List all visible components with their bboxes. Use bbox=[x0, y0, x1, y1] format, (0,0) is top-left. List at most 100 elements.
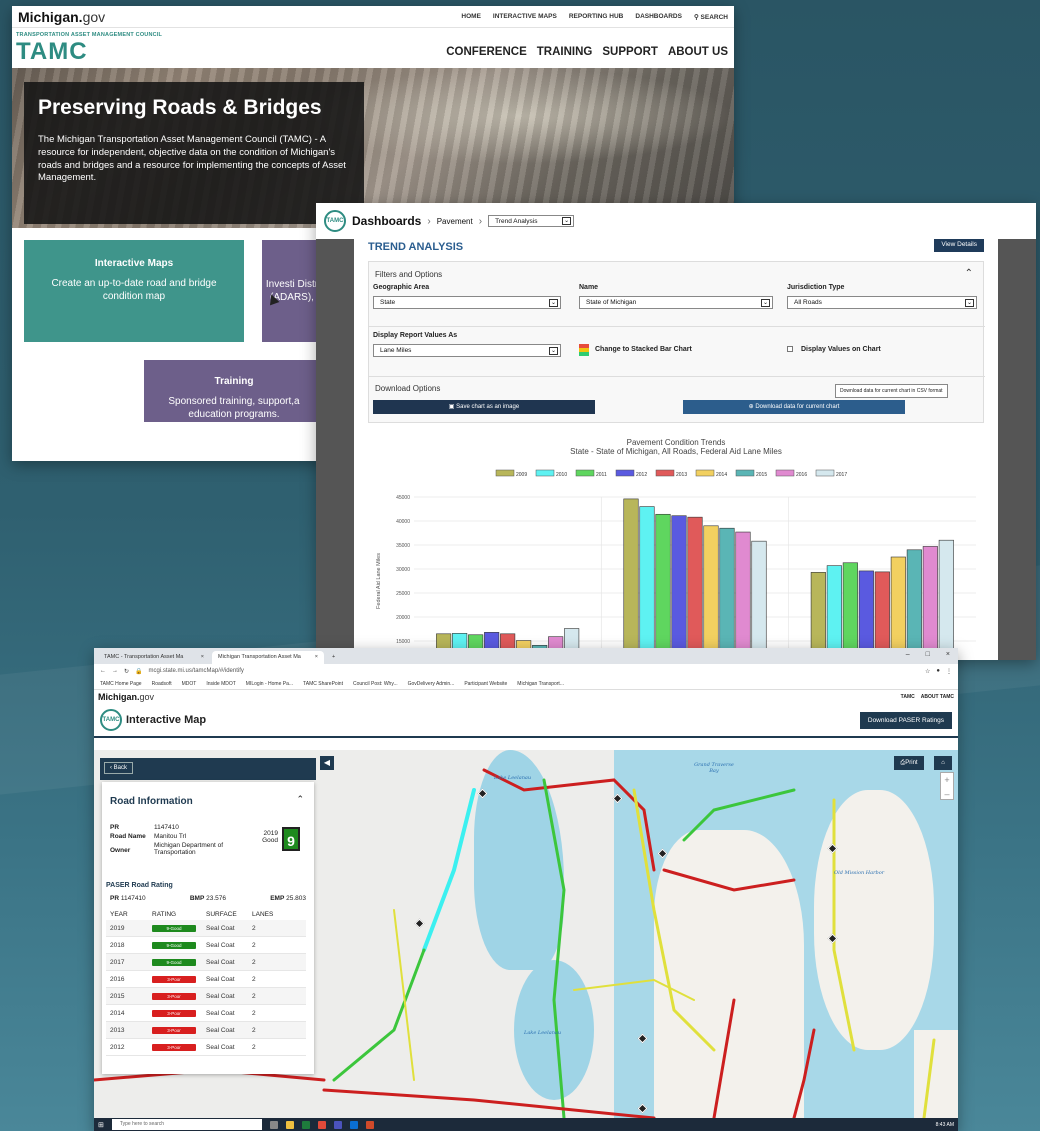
reload-icon[interactable]: ↻ bbox=[124, 668, 129, 675]
print-button[interactable]: ⎙Print bbox=[894, 756, 924, 770]
url-field[interactable]: mcgi.state.mi.us/tamcMap/#/identify bbox=[149, 668, 919, 674]
chevron-up-icon[interactable]: ⌃ bbox=[296, 794, 304, 805]
legend-label: 2012 bbox=[636, 472, 647, 478]
breadcrumb-pavement[interactable]: Pavement bbox=[437, 217, 473, 226]
nav-training[interactable]: TRAINING bbox=[537, 46, 593, 58]
cell-rating: 3-Poor bbox=[152, 1009, 206, 1017]
zoom-in-icon[interactable]: + bbox=[941, 773, 953, 787]
download-paser-button[interactable]: Download PASER Ratings bbox=[859, 711, 952, 729]
display-values-checkbox[interactable] bbox=[787, 346, 793, 352]
top-link-search[interactable]: ⚲ SEARCH bbox=[694, 13, 728, 21]
outlook-icon[interactable] bbox=[349, 1120, 358, 1129]
side-gutter-right bbox=[998, 239, 1036, 660]
address-bar: ← → ↻ 🔒 mcgi.state.mi.us/tamcMap/#/ident… bbox=[94, 664, 958, 678]
windows-start-icon[interactable]: ⊞ bbox=[98, 1121, 104, 1129]
close-window-icon[interactable]: × bbox=[946, 651, 950, 658]
bookmark[interactable]: MDOT bbox=[182, 681, 197, 687]
bookmark[interactable]: Roadsoft bbox=[152, 681, 172, 687]
file-explorer-icon[interactable] bbox=[285, 1120, 294, 1129]
home-button[interactable]: ⌂ bbox=[934, 756, 952, 770]
close-icon[interactable]: × bbox=[201, 654, 204, 661]
top-link-interactive-maps[interactable]: INTERACTIVE MAPS bbox=[493, 13, 557, 21]
taskbar-search[interactable]: Type here to search bbox=[111, 1119, 262, 1130]
hero-text-box: Preserving Roads & Bridges The Michigan … bbox=[24, 82, 364, 224]
stacked-bar-icon[interactable] bbox=[579, 344, 589, 356]
emp-value: 25.803 bbox=[286, 895, 306, 902]
chevron-up-icon[interactable]: ⌃ bbox=[965, 268, 973, 279]
bookmark[interactable]: Inside MDOT bbox=[206, 681, 235, 687]
nav-support[interactable]: SUPPORT bbox=[602, 46, 658, 58]
browser-tab-map[interactable]: Michigan Transportation Asset Ma × bbox=[212, 651, 324, 664]
zoom-out-icon[interactable]: – bbox=[941, 787, 953, 801]
dashboard-select[interactable]: Trend Analysis ⌄ bbox=[488, 215, 575, 227]
top-link-dashboards[interactable]: DASHBOARDS bbox=[635, 13, 682, 21]
top-links: HOME INTERACTIVE MAPS REPORTING HUB DASH… bbox=[461, 13, 728, 21]
bookmark[interactable]: Council Post: Why... bbox=[353, 681, 398, 687]
tamc-logo-icon[interactable]: TAMC bbox=[100, 709, 122, 731]
card-interactive-maps[interactable]: Interactive Maps Create an up-to-date ro… bbox=[24, 240, 244, 342]
bookmark[interactable]: MILogin - Home Pa... bbox=[246, 681, 293, 687]
task-view-icon[interactable] bbox=[269, 1120, 278, 1129]
nav-conference[interactable]: CONFERENCE bbox=[446, 46, 527, 58]
profile-icon[interactable]: ● bbox=[936, 668, 940, 674]
bookmark[interactable]: Participant Website bbox=[464, 681, 507, 687]
close-icon[interactable]: × bbox=[315, 654, 318, 661]
star-icon[interactable]: ☆ bbox=[925, 668, 930, 675]
michigan-gov-logo[interactable]: Michigan.gov bbox=[98, 692, 154, 702]
cell-lanes: 2 bbox=[252, 975, 256, 983]
stacked-bar-toggle[interactable]: Change to Stacked Bar Chart bbox=[595, 346, 692, 353]
bookmark[interactable]: TAMC SharePoint bbox=[303, 681, 343, 687]
new-tab-button[interactable]: + bbox=[326, 651, 340, 664]
y-tick-label: 25000 bbox=[396, 591, 410, 597]
forward-arrow-icon[interactable]: → bbox=[112, 668, 118, 674]
geo-area-select[interactable]: State ⌄ bbox=[373, 296, 561, 309]
chevron-down-icon: ⌄ bbox=[549, 346, 558, 355]
bookmark[interactable]: GovDelivery Admin... bbox=[408, 681, 455, 687]
download-chart-data-button[interactable]: ⊕ Download data for current chart bbox=[683, 400, 905, 414]
back-button[interactable]: ‹ Back bbox=[104, 762, 134, 774]
browser-tab-tamc[interactable]: TAMC - Transportation Asset Ma × bbox=[98, 651, 210, 664]
bookmark[interactable]: Michigan Transport... bbox=[517, 681, 564, 687]
maximize-icon[interactable]: □ bbox=[926, 651, 930, 658]
view-details-button[interactable]: View Details bbox=[934, 237, 984, 252]
save-chart-label: Save chart as an image bbox=[456, 404, 520, 410]
card-investment[interactable]: Investi Distr (ADARS), bbox=[262, 240, 322, 342]
tamc-logo-icon[interactable]: TAMC bbox=[324, 210, 346, 232]
jurisdiction-select[interactable]: All Roads ⌄ bbox=[787, 296, 977, 309]
card-title: Training bbox=[214, 376, 254, 387]
road-poor bbox=[662, 868, 796, 892]
name-select[interactable]: State of Michigan ⌄ bbox=[579, 296, 773, 309]
teams-icon[interactable] bbox=[333, 1120, 342, 1129]
display-values-select[interactable]: Lane Miles ⌄ bbox=[373, 344, 561, 357]
y-tick-label: 15000 bbox=[396, 639, 410, 645]
card-training[interactable]: Training Sponsored training, support,a e… bbox=[144, 360, 324, 422]
save-chart-image-button[interactable]: ▣ Save chart as an image bbox=[373, 400, 595, 414]
name-value: State of Michigan bbox=[586, 299, 637, 306]
link-tamc[interactable]: TAMC bbox=[901, 694, 915, 700]
minimize-icon[interactable]: – bbox=[906, 651, 910, 658]
emp-label: EMP bbox=[270, 895, 285, 902]
rating-badge: 3-Poor bbox=[152, 1009, 196, 1017]
tamc-logo[interactable]: TAMC bbox=[16, 38, 88, 66]
top-link-reporting-hub[interactable]: REPORTING HUB bbox=[569, 13, 624, 21]
bar-2015 bbox=[906, 549, 922, 660]
breadcrumb-dashboards[interactable]: Dashboards bbox=[352, 214, 421, 228]
nav-about-us[interactable]: ABOUT US bbox=[668, 46, 728, 58]
collapse-panel-button[interactable]: ◀ bbox=[320, 756, 334, 770]
powerpoint-icon[interactable] bbox=[365, 1120, 374, 1129]
legend-label: 2015 bbox=[756, 472, 767, 478]
link-about-tamc[interactable]: ABOUT TAMC bbox=[921, 694, 954, 700]
bar-2017 bbox=[751, 540, 767, 660]
road-information-panel: Road Information ⌃ PR 1147410 Road Name Ma… bbox=[102, 782, 314, 1074]
top-link-home[interactable]: HOME bbox=[461, 13, 481, 21]
michigan-gov-logo[interactable]: Michigan.gov bbox=[18, 9, 105, 25]
bookmark[interactable]: TAMC Home Page bbox=[100, 681, 142, 687]
rating-badge: 9-Good bbox=[152, 924, 196, 932]
menu-icon[interactable]: ⋮ bbox=[946, 668, 952, 675]
pavement-trend-chart: Pavement Condition TrendsState - State o… bbox=[376, 438, 976, 660]
chevron-right-icon: › bbox=[478, 215, 483, 227]
excel-icon[interactable] bbox=[301, 1120, 310, 1129]
chrome-icon[interactable] bbox=[317, 1120, 326, 1129]
road-map[interactable]: Lake Leelanau Grand Traverse Bay Old Mis… bbox=[94, 750, 958, 1118]
back-arrow-icon[interactable]: ← bbox=[100, 668, 106, 674]
